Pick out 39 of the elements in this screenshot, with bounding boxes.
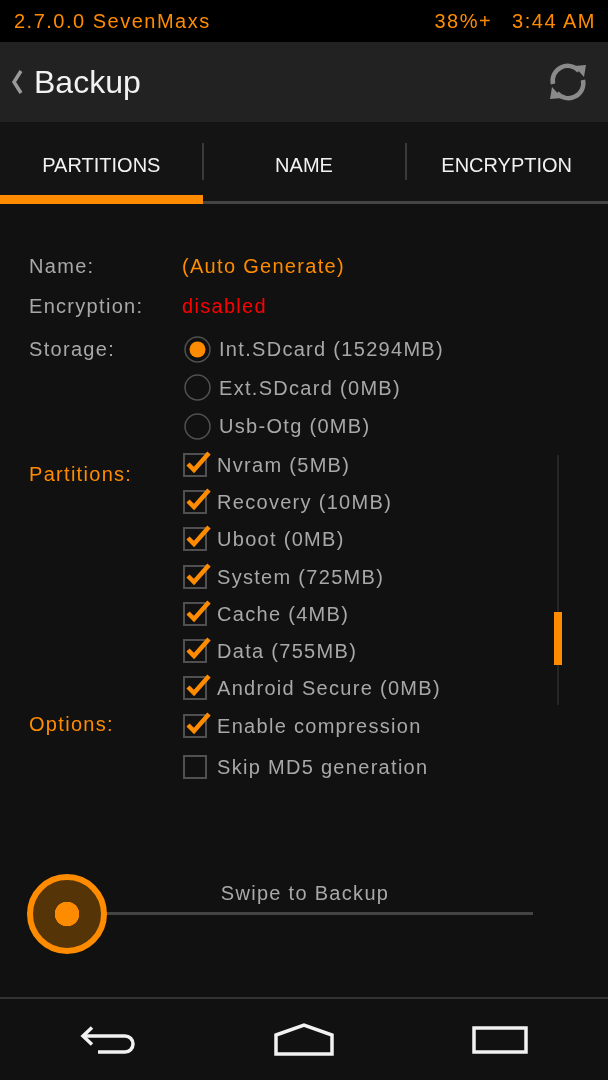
checkbox-icon[interactable]: [183, 710, 211, 739]
checkbox-icon[interactable]: [183, 755, 207, 780]
checkbox-icon[interactable]: [183, 523, 211, 552]
refresh-icon[interactable]: [548, 62, 588, 102]
scrollbar-thumb[interactable]: [554, 612, 562, 665]
radio-icon[interactable]: [184, 335, 211, 363]
radio-icon[interactable]: [184, 374, 211, 402]
version-text: 2.7.0.0 SevenMaxs: [14, 9, 211, 34]
partition-checkbox[interactable]: Data (755MB): [182, 632, 358, 670]
section-label: Options:: [29, 712, 114, 737]
radio-icon[interactable]: [184, 412, 211, 440]
partition-checkbox[interactable]: Cache (4MB): [182, 595, 350, 633]
recent-apps-icon[interactable]: [472, 1025, 528, 1054]
swipe-label: Swipe to Backup: [220, 881, 390, 906]
battery-level: 38%+: [434, 9, 493, 34]
section-label: Partitions:: [29, 461, 133, 486]
checkbox-icon[interactable]: [183, 672, 211, 701]
partition-checkbox[interactable]: Nvram (5MB): [182, 446, 351, 484]
home-icon[interactable]: [274, 1023, 334, 1056]
partition-checkbox[interactable]: Recovery (10MB): [182, 483, 393, 521]
checkbox-icon[interactable]: [183, 635, 211, 664]
partition-checkbox[interactable]: System (725MB): [182, 557, 385, 596]
back-icon[interactable]: [80, 1024, 136, 1055]
field-value: (Auto Generate): [182, 254, 345, 278]
clock: 3:44 AM: [512, 9, 596, 34]
storage-radio-option[interactable]: Int.SDcard (15294MB): [182, 330, 444, 369]
partition-checkbox[interactable]: Android Secure (0MB): [182, 669, 441, 708]
partition-checkbox[interactable]: Uboot (0MB): [182, 520, 345, 558]
page-title: Backup: [34, 63, 141, 102]
storage-radio-option[interactable]: Usb-Otg (0MB): [182, 407, 371, 446]
field-label: Encryption:: [29, 294, 144, 318]
field-label: Storage:: [29, 337, 115, 362]
storage-radio-option[interactable]: Ext.SDcard (0MB): [182, 368, 401, 407]
option-checkbox[interactable]: Skip MD5 generation: [182, 748, 429, 787]
option-checkbox[interactable]: Enable compression: [182, 707, 422, 746]
tab[interactable]: PARTITIONS: [0, 122, 203, 204]
field-value: disabled: [182, 294, 267, 318]
field-label: Name:: [29, 254, 95, 278]
back-chevron-icon[interactable]: [11, 69, 23, 95]
